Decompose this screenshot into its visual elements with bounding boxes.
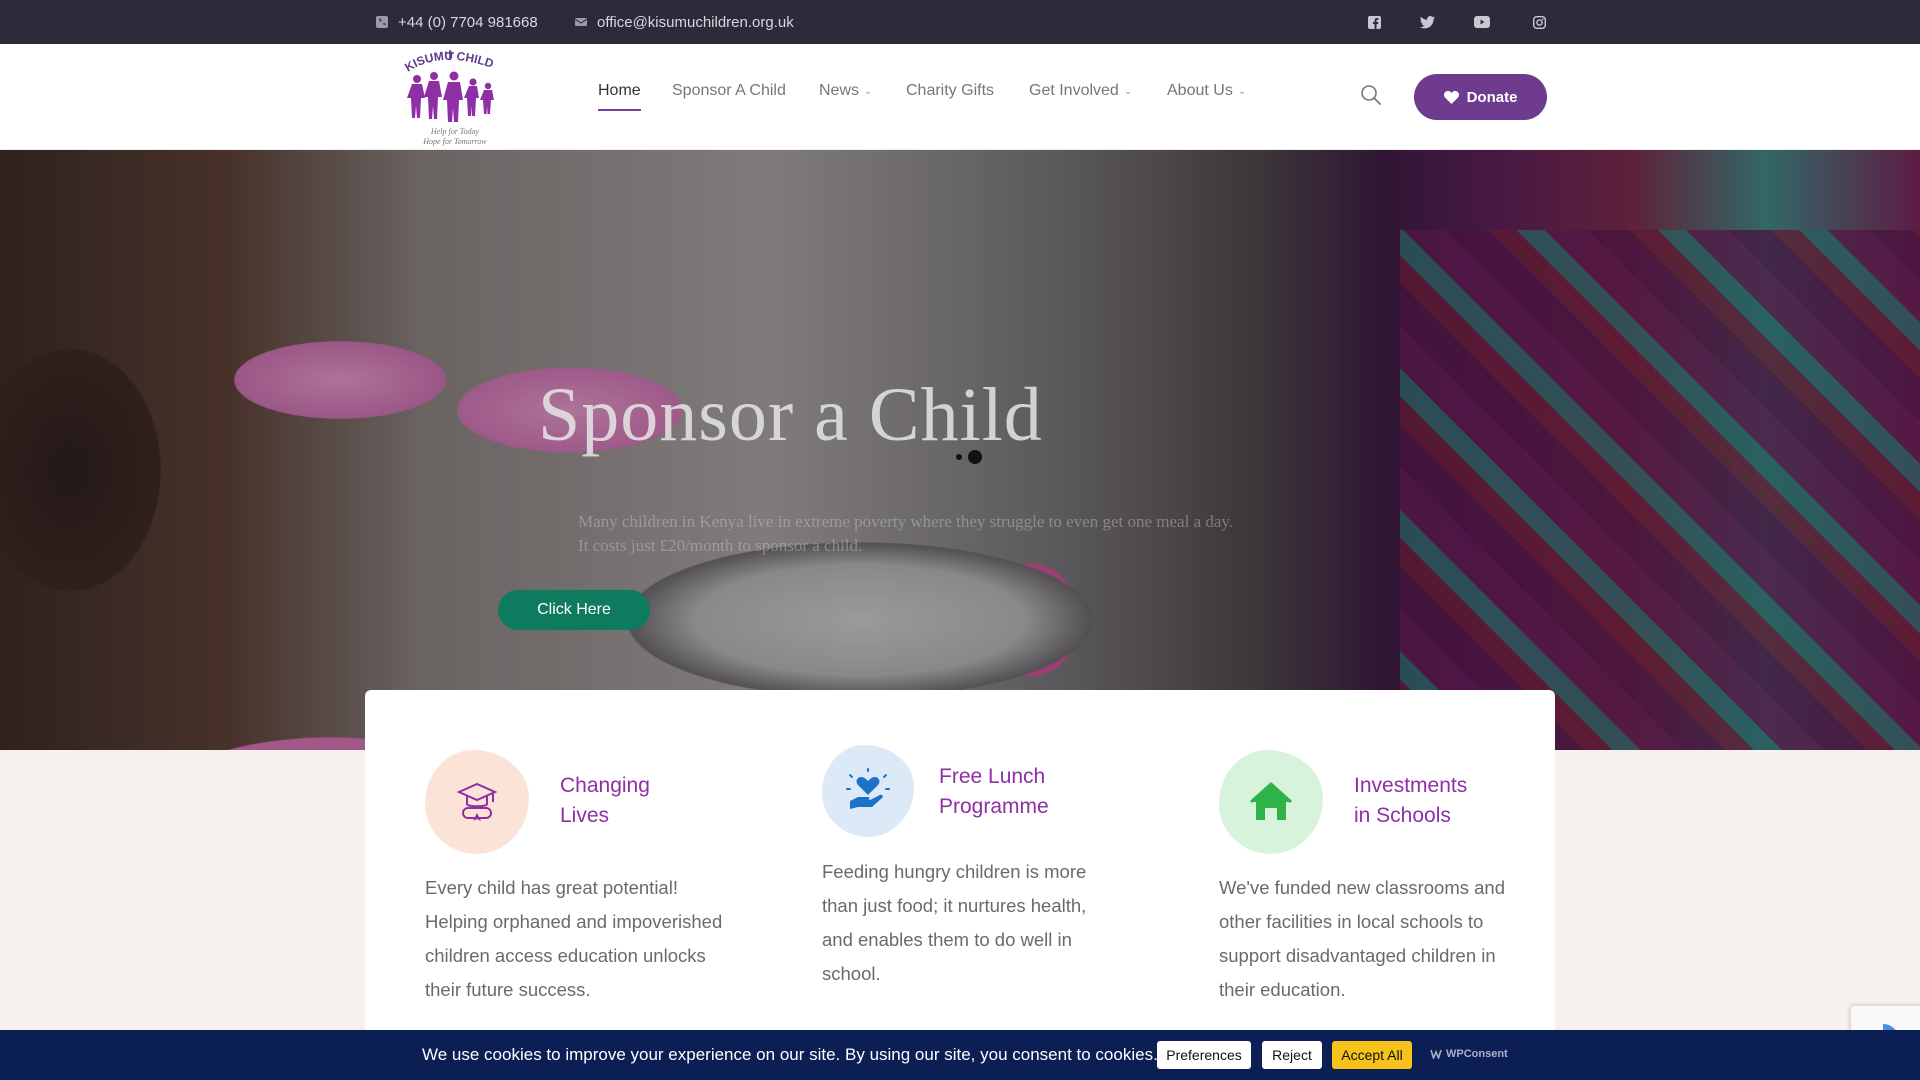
nav-home[interactable]: Home xyxy=(598,82,641,111)
phone-number[interactable]: +44 (0) 7704 981668 xyxy=(398,14,538,31)
hero-click-here-button[interactable]: Click Here xyxy=(498,590,650,630)
card-title: Investments in Schools xyxy=(1354,771,1467,831)
cookie-message: We use cookies to improve your experienc… xyxy=(422,1045,1158,1064)
nav-about-us[interactable]: About Us ⌄ xyxy=(1167,82,1246,100)
instagram-icon[interactable] xyxy=(1531,14,1547,30)
nav-get-involved-label: Get Involved xyxy=(1029,82,1119,99)
nav-charity-gifts[interactable]: Charity Gifts xyxy=(906,82,994,100)
hero-title: Sponsor a Child xyxy=(538,373,1043,457)
logo-tagline-2: Hope for Tomorrow xyxy=(422,137,487,146)
nav-charity-gifts-label: Charity Gifts xyxy=(906,82,995,99)
cookie-consent-bar: We use cookies to improve your experienc… xyxy=(0,1030,1920,1080)
hero-text-line-2: It costs just £20/month to sponsor a chi… xyxy=(578,536,863,555)
card-text-line: other facilities in local schools to xyxy=(1219,911,1484,932)
card-text-line: their future success. xyxy=(425,979,591,1000)
logo-figures-icon: KISUMU CHILDREN Help for Today Hope for … xyxy=(396,35,496,146)
heart-icon xyxy=(1443,90,1459,104)
chevron-down-icon: ⌄ xyxy=(1123,85,1133,97)
nav-about-us-label: About Us xyxy=(1167,82,1233,99)
hero-description: Many children in Kenya live in extreme p… xyxy=(578,510,1278,558)
nav-sponsor-label: Sponsor A Child xyxy=(672,82,786,99)
email-address[interactable]: office@kisumuchildren.org.uk xyxy=(597,14,794,31)
card-title-line-1: Changing xyxy=(560,774,650,797)
card-text-line: and enables them to do well in xyxy=(822,929,1072,950)
email-contact[interactable]: office@kisumuchildren.org.uk xyxy=(575,0,794,44)
phone-contact[interactable]: +44 (0) 7704 981668 xyxy=(376,0,538,44)
facebook-icon[interactable] xyxy=(1366,14,1382,30)
card-text: We've funded new classrooms and other fa… xyxy=(1219,871,1549,1007)
cookie-accept-all-button[interactable]: Accept All xyxy=(1332,1041,1412,1069)
wpconsent-label: WPConsent xyxy=(1446,1048,1508,1060)
youtube-icon[interactable] xyxy=(1474,14,1490,30)
svg-text:KISUMU CHILDREN: KISUMU CHILDREN xyxy=(400,46,496,74)
site-header: KISUMU CHILDREN Help for Today Hope for … xyxy=(0,35,1920,150)
features-section: Changing Lives Every child has great pot… xyxy=(365,690,1555,1080)
card-title-line-1: Investments xyxy=(1354,774,1468,797)
wpconsent-logo-icon xyxy=(1430,1049,1442,1059)
chevron-down-icon: ⌄ xyxy=(864,85,873,97)
nav-news-label: News xyxy=(819,82,860,99)
logo-tagline-1: Help for Today xyxy=(430,127,480,136)
card-text-line: Feeding hungry children is more xyxy=(822,861,1087,882)
card-title-line-2: Lives xyxy=(560,804,610,827)
card-text-line: Every child has great potential! xyxy=(425,877,678,898)
nav-sponsor-a-child[interactable]: Sponsor A Child xyxy=(672,82,786,100)
card-text-line: support disadvantaged children in xyxy=(1219,945,1496,966)
hero-slider: Sponsor a Child Many children in Kenya l… xyxy=(0,150,1920,750)
card-title-line-2: Programme xyxy=(939,795,1049,818)
house-icon xyxy=(1219,750,1323,854)
slider-dot[interactable] xyxy=(956,454,962,460)
slider-dot-active[interactable] xyxy=(968,450,982,464)
slider-dots xyxy=(956,450,982,464)
email-icon xyxy=(575,18,587,26)
card-text-line: school. xyxy=(822,963,881,984)
wpconsent-brand[interactable]: WPConsent xyxy=(1430,1048,1508,1060)
card-text-line: children access education unlocks xyxy=(425,945,706,966)
hero-text-line-1: Many children in Kenya live in extreme p… xyxy=(578,512,1234,531)
nav-home-label: Home xyxy=(598,82,641,99)
donate-label: Donate xyxy=(1466,88,1518,106)
card-text-line: We've funded new classrooms and xyxy=(1219,877,1505,898)
card-text-line: than just food; it nurtures health, xyxy=(822,895,1087,916)
nav-get-involved[interactable]: Get Involved ⌄ xyxy=(1029,82,1132,100)
cookie-reject-button[interactable]: Reject xyxy=(1262,1041,1322,1069)
card-title: Changing Lives xyxy=(560,771,650,831)
card-title: Free Lunch Programme xyxy=(939,762,1049,822)
twitter-icon[interactable] xyxy=(1419,14,1435,30)
heart-hand-icon xyxy=(822,745,914,837)
card-text: Feeding hungry children is more than jus… xyxy=(822,855,1122,991)
top-bar: +44 (0) 7704 981668 office@kisumuchildre… xyxy=(0,0,1920,44)
card-title-line-1: Free Lunch xyxy=(939,765,1046,788)
phone-icon xyxy=(376,16,388,28)
cookie-preferences-button[interactable]: Preferences xyxy=(1157,1041,1251,1069)
nav-news[interactable]: News ⌄ xyxy=(819,82,872,100)
chevron-down-icon: ⌄ xyxy=(1237,85,1247,97)
card-text: Every child has great potential! Helping… xyxy=(425,871,755,1007)
card-text-line: Helping orphaned and impoverished xyxy=(425,911,723,932)
graduation-icon xyxy=(425,750,529,854)
donate-button[interactable]: Donate xyxy=(1414,74,1547,120)
site-logo[interactable]: KISUMU CHILDREN Help for Today Hope for … xyxy=(396,35,510,148)
card-title-line-2: in Schools xyxy=(1354,804,1451,827)
search-icon[interactable] xyxy=(1360,84,1382,106)
card-text-line: their education. xyxy=(1219,979,1346,1000)
